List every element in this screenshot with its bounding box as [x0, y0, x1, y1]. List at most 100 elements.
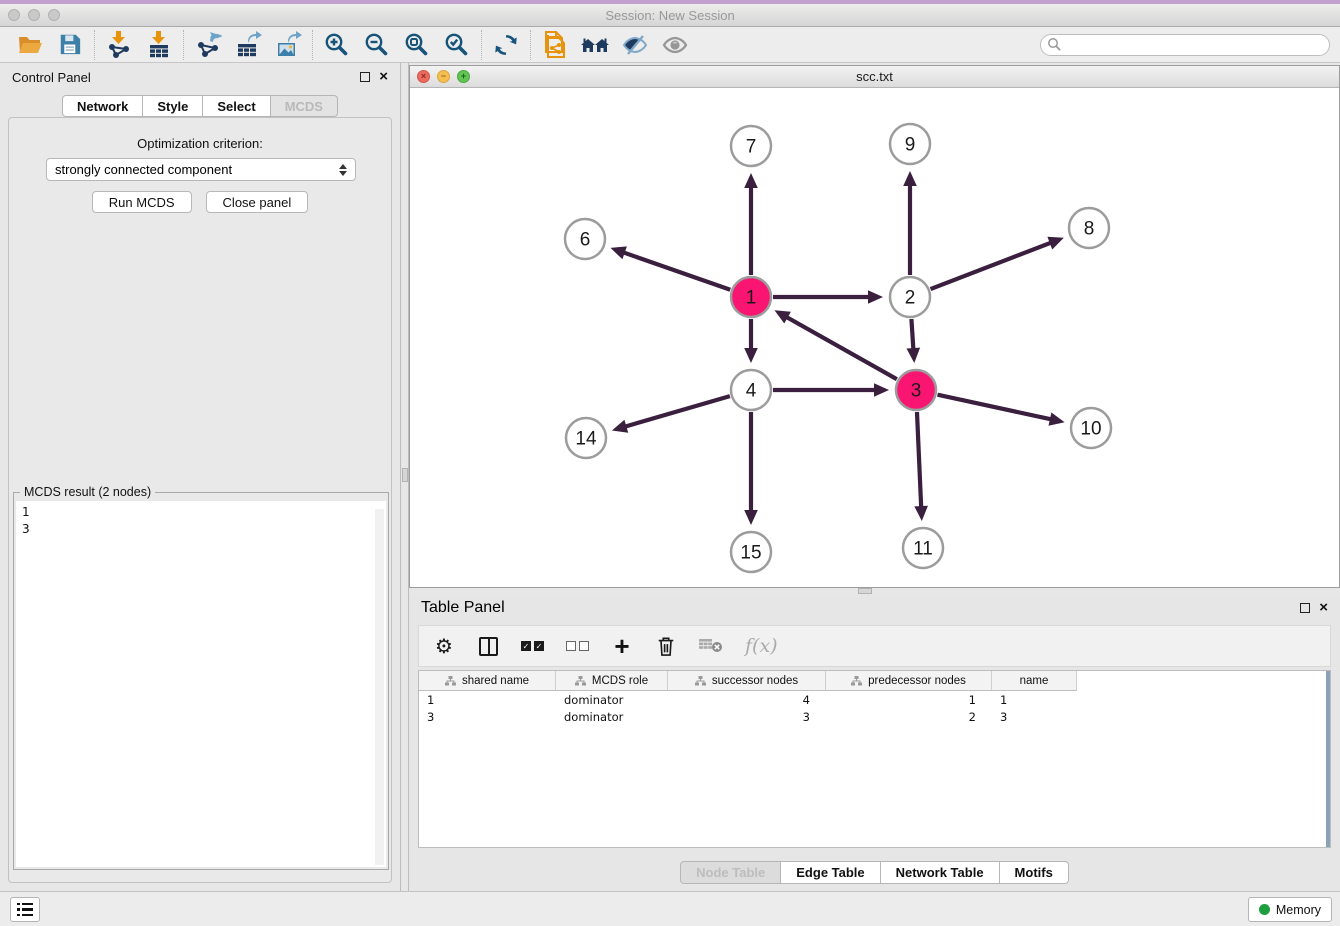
cell-predecessor-nodes[interactable]: 1: [826, 691, 992, 708]
deselect-all-checkboxes-icon[interactable]: [566, 633, 589, 659]
edge-3-10[interactable]: [937, 395, 1052, 420]
table-panel-tabs: Node Table Edge Table Network Table Moti…: [409, 861, 1340, 884]
zoom-selected-icon[interactable]: [437, 29, 477, 61]
edge-3-11[interactable]: [917, 412, 921, 509]
network-canvas[interactable]: 7968124314101511: [410, 88, 1339, 587]
minimize-view-button[interactable]: −: [437, 70, 450, 83]
graph-node-label: 6: [580, 230, 591, 251]
edge-2-3[interactable]: [911, 319, 913, 351]
column-header-name[interactable]: name: [992, 671, 1077, 691]
network-graph[interactable]: 7968124314101511: [410, 88, 1339, 587]
table-scrollbar[interactable]: [1326, 671, 1330, 847]
delete-table-icon[interactable]: [699, 633, 723, 659]
zoom-fit-icon[interactable]: [397, 29, 437, 61]
graph-node-label: 15: [740, 543, 761, 564]
table-settings-gear-icon[interactable]: ⚙: [433, 633, 455, 659]
main-titlebar[interactable]: Session: New Session: [0, 4, 1340, 27]
delete-columns-icon[interactable]: [655, 633, 677, 659]
optimization-criterion-label: Optimization criterion:: [9, 136, 391, 151]
cell-name[interactable]: 3: [992, 708, 1077, 725]
optimization-criterion-select[interactable]: strongly connected component: [46, 158, 356, 181]
maximize-view-button[interactable]: +: [457, 70, 470, 83]
import-network-icon[interactable]: [99, 29, 139, 61]
search-field[interactable]: [1040, 34, 1330, 56]
cell-shared-name[interactable]: 3: [419, 708, 556, 725]
edge-1-6[interactable]: [622, 252, 730, 290]
cell-mcds-role[interactable]: dominator: [556, 691, 668, 708]
cell-name[interactable]: 1: [992, 691, 1077, 708]
zoom-out-icon[interactable]: [357, 29, 397, 61]
mcds-result-textarea[interactable]: 1 3: [16, 501, 386, 867]
tab-network[interactable]: Network: [62, 95, 143, 117]
float-table-panel-icon[interactable]: [1300, 603, 1310, 613]
splitter-grip[interactable]: [402, 468, 408, 482]
network-window-titlebar[interactable]: × − + scc.txt: [410, 66, 1339, 88]
tab-mcds[interactable]: MCDS: [271, 95, 338, 117]
save-session-icon[interactable]: [50, 29, 90, 61]
column-header-predecessor-nodes[interactable]: predecessor nodes: [826, 671, 992, 691]
cell-mcds-role[interactable]: dominator: [556, 708, 668, 725]
run-mcds-button[interactable]: Run MCDS: [92, 191, 192, 213]
memory-button[interactable]: Memory: [1248, 897, 1332, 922]
main-toolbar: [0, 27, 1340, 63]
edge-arrowhead: [903, 171, 917, 186]
task-history-button[interactable]: [10, 897, 40, 922]
open-session-icon[interactable]: [10, 29, 50, 61]
float-panel-icon[interactable]: [360, 72, 370, 82]
table-row[interactable]: 1 dominator 4 1 1: [419, 691, 1330, 708]
tab-network-table[interactable]: Network Table: [881, 861, 1000, 884]
tab-edge-table[interactable]: Edge Table: [781, 861, 880, 884]
show-panels-icon[interactable]: [655, 29, 695, 61]
cell-successor-nodes[interactable]: 3: [668, 708, 826, 725]
close-table-panel-icon[interactable]: ×: [1319, 603, 1328, 613]
tab-motifs[interactable]: Motifs: [1000, 861, 1069, 884]
table-toolbar: ⚙ ✓✓ + f(x): [418, 625, 1331, 667]
toolbar-separator: [183, 30, 184, 60]
search-input[interactable]: [1062, 38, 1312, 52]
export-network-icon[interactable]: [188, 29, 228, 61]
cell-successor-nodes[interactable]: 4: [668, 691, 826, 708]
close-panel-button[interactable]: Close panel: [206, 191, 309, 213]
edge-arrowhead: [907, 348, 921, 363]
horizontal-splitter-grip[interactable]: [858, 588, 872, 594]
application-window: Session: New Session: [0, 0, 1340, 926]
hide-panels-icon[interactable]: [615, 29, 655, 61]
edge-arrowhead: [744, 510, 758, 525]
close-panel-icon[interactable]: ×: [379, 72, 388, 82]
memory-label: Memory: [1276, 903, 1321, 917]
tab-select[interactable]: Select: [203, 95, 270, 117]
hierarchy-icon: [445, 676, 456, 686]
status-bar: Memory: [0, 891, 1340, 926]
edge-4-14[interactable]: [623, 396, 729, 427]
export-image-icon[interactable]: [268, 29, 308, 61]
column-header-successor-nodes[interactable]: successor nodes: [668, 671, 826, 691]
add-column-icon[interactable]: +: [611, 633, 633, 659]
tab-node-table[interactable]: Node Table: [680, 861, 781, 884]
function-builder-icon[interactable]: f(x): [745, 633, 778, 659]
birds-eye-view-icon[interactable]: [575, 29, 615, 61]
column-header-mcds-role[interactable]: MCDS role: [556, 671, 668, 691]
close-view-button[interactable]: ×: [417, 70, 430, 83]
vertical-splitter[interactable]: [400, 63, 409, 891]
export-table-icon[interactable]: [228, 29, 268, 61]
column-header-shared-name[interactable]: shared name: [419, 671, 556, 691]
result-scrollbar[interactable]: [375, 509, 384, 865]
table-panel-title: Table Panel: [421, 599, 505, 617]
table-panel: Table Panel × ⚙ ✓✓ + f(x) sh: [409, 595, 1340, 891]
refresh-view-icon[interactable]: [486, 29, 526, 61]
edge-2-8[interactable]: [931, 242, 1053, 289]
zoom-in-icon[interactable]: [317, 29, 357, 61]
import-table-icon[interactable]: [139, 29, 179, 61]
search-icon: [1047, 37, 1062, 52]
table-row[interactable]: 3 dominator 3 2 3: [419, 708, 1330, 725]
edge-3-1[interactable]: [785, 316, 897, 379]
select-all-checkboxes-icon[interactable]: ✓✓: [521, 633, 544, 659]
network-view-title: scc.txt: [410, 69, 1339, 84]
tab-style[interactable]: Style: [143, 95, 203, 117]
node-table[interactable]: shared name MCDS role successor nodes pr…: [418, 670, 1331, 848]
cell-predecessor-nodes[interactable]: 2: [826, 708, 992, 725]
clone-network-icon[interactable]: [535, 29, 575, 61]
cell-shared-name[interactable]: 1: [419, 691, 556, 708]
graph-node-label: 11: [913, 539, 933, 560]
column-view-icon[interactable]: [477, 633, 499, 659]
